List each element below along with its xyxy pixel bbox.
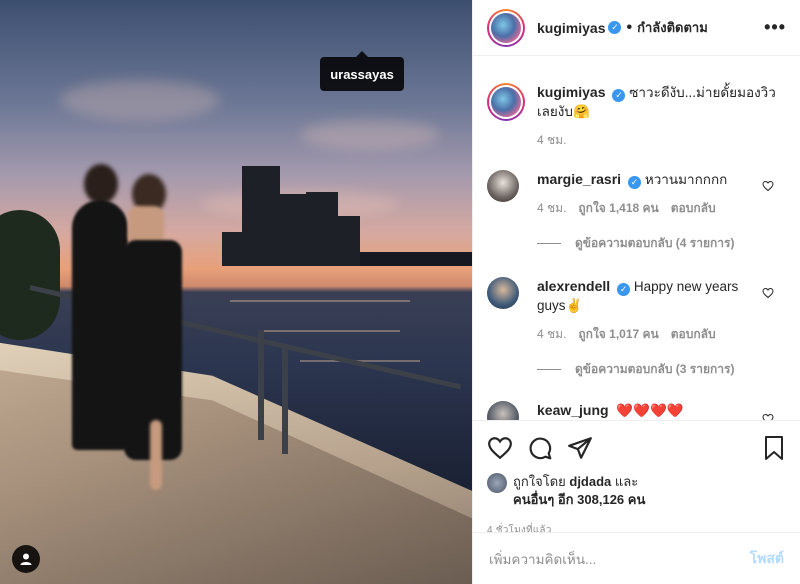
comment-text: หวานมากกกก xyxy=(644,172,728,187)
verified-icon: ✓ xyxy=(628,176,642,189)
likes-summary: ถูกใจโดย djdada และ คนอื่นๆ อีก 308,126 … xyxy=(487,473,786,509)
share-send-icon[interactable] xyxy=(567,435,593,461)
heart-icon[interactable] xyxy=(762,180,774,192)
author-avatar[interactable] xyxy=(487,8,525,47)
likes-and: และ xyxy=(614,474,639,489)
liker-avatar[interactable] xyxy=(487,473,507,493)
verified-icon: ✓ xyxy=(608,21,622,34)
caption-time[interactable]: 4 ชม. xyxy=(537,131,566,150)
comments-list[interactable]: kugimiyas ✓ ซาวะดีงับ...ม่ายดั้ยมองวิวเลย… xyxy=(473,57,800,420)
building xyxy=(306,192,338,266)
comment-bubble-icon[interactable] xyxy=(527,435,553,461)
water-reflection xyxy=(230,300,410,302)
person-man xyxy=(72,200,128,450)
reply-button[interactable]: ตอบกลับ xyxy=(671,325,716,344)
building xyxy=(242,166,280,266)
likes-count[interactable]: คนอื่นๆ อีก 308,126 คน xyxy=(513,492,645,507)
post-comment-button[interactable]: โพสต์ xyxy=(750,548,784,570)
caption: kugimiyas ✓ ซาวะดีงับ...ม่ายดั้ยมองวิวเลย… xyxy=(487,83,784,150)
more-options-icon[interactable]: ••• xyxy=(764,17,786,38)
post-actions: ถูกใจโดย djdada และ คนอื่นๆ อีก 308,126 … xyxy=(473,420,800,538)
railing-post xyxy=(282,344,288,454)
person-skin xyxy=(150,420,162,490)
following-button[interactable]: กำลังติดตาม xyxy=(637,17,708,38)
comment-username[interactable]: keaw_jung xyxy=(537,402,609,418)
comment: alexrendell ✓ Happy new years guys✌️ 4 ชม… xyxy=(487,277,784,344)
comment-input[interactable]: เพิ่มความคิดเห็น... xyxy=(489,548,596,570)
caption-username[interactable]: kugimiyas xyxy=(537,84,605,100)
tag-username[interactable]: urassayas xyxy=(330,67,394,82)
railing-post xyxy=(258,330,264,440)
tree xyxy=(0,210,60,340)
sky-cloud xyxy=(300,120,440,150)
user-tag-tooltip[interactable]: urassayas xyxy=(320,51,404,91)
view-replies-button[interactable]: ดูข้อความตอบกลับ (4 รายการ) xyxy=(537,234,784,253)
verified-icon: ✓ xyxy=(617,283,631,296)
author-username[interactable]: kugimiyas xyxy=(537,20,605,36)
comment-avatar[interactable] xyxy=(487,401,519,420)
separator-dot: • xyxy=(626,18,633,36)
tagged-users-button[interactable] xyxy=(12,545,40,573)
far-shore xyxy=(360,252,472,266)
person-head xyxy=(84,164,118,204)
sky-cloud xyxy=(60,80,220,120)
view-replies-button[interactable]: ดูข้อความตอบกลับ (3 รายการ) xyxy=(537,360,784,379)
comment-username[interactable]: margie_rasri xyxy=(537,171,621,187)
building xyxy=(278,194,306,266)
view-replies-label[interactable]: ดูข้อความตอบกลับ (3 รายการ) xyxy=(575,360,734,379)
comment-likes[interactable]: ถูกใจ 1,418 คน xyxy=(578,199,658,218)
comment-time[interactable]: 4 ชม. xyxy=(537,199,566,218)
building xyxy=(222,232,244,266)
post-side-panel: kugimiyas ✓ • กำลังติดตาม ••• kugimiyas ✓… xyxy=(472,0,800,584)
post-photo[interactable]: urassayas xyxy=(0,0,472,584)
bookmark-icon[interactable] xyxy=(762,435,786,461)
comment: margie_rasri ✓ หวานมากกกก 4 ชม. ถูกใจ 1,4… xyxy=(487,170,784,218)
walkway xyxy=(0,359,472,584)
post-header: kugimiyas ✓ • กำลังติดตาม ••• xyxy=(473,0,800,56)
comment: keaw_jung ❤️❤️❤️❤️ xyxy=(487,401,784,420)
comment-avatar[interactable] xyxy=(487,170,519,202)
user-icon xyxy=(20,553,32,565)
comment-time[interactable]: 4 ชม. xyxy=(537,325,566,344)
heart-icon[interactable] xyxy=(762,413,774,420)
building xyxy=(338,216,360,266)
comment-likes[interactable]: ถูกใจ 1,017 คน xyxy=(578,325,658,344)
view-replies-label[interactable]: ดูข้อความตอบกลับ (4 รายการ) xyxy=(575,234,734,253)
likes-prefix: ถูกใจโดย xyxy=(513,474,566,489)
author-avatar[interactable] xyxy=(487,83,525,121)
comment-username[interactable]: alexrendell xyxy=(537,278,610,294)
like-heart-icon[interactable] xyxy=(487,435,513,461)
comment-avatar[interactable] xyxy=(487,277,519,309)
verified-icon: ✓ xyxy=(612,89,626,102)
reply-button[interactable]: ตอบกลับ xyxy=(671,199,716,218)
heart-icon[interactable] xyxy=(762,287,774,299)
liker-username[interactable]: djdada xyxy=(569,474,611,489)
add-comment-bar: เพิ่มความคิดเห็น... โพสต์ xyxy=(473,532,800,584)
water-reflection xyxy=(260,330,400,332)
comment-text: ❤️❤️❤️❤️ xyxy=(616,403,684,418)
